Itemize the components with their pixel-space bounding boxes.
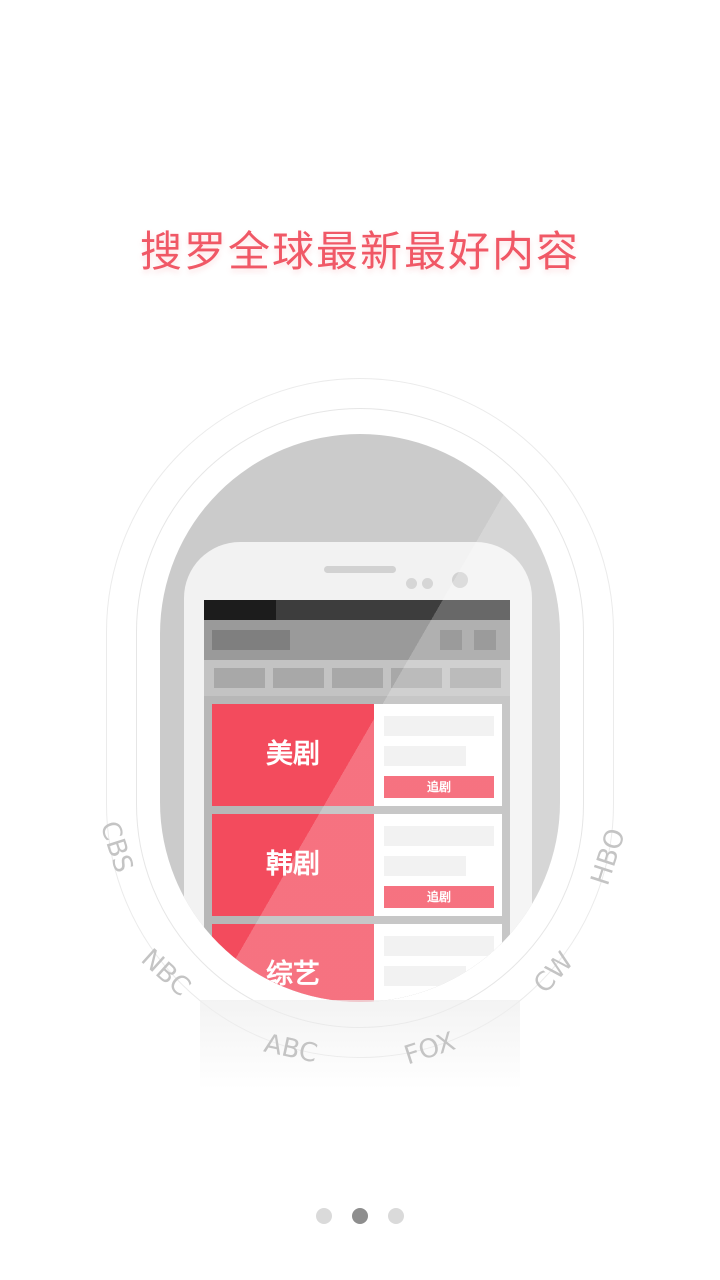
mock-card-variety: 综艺	[212, 924, 502, 1002]
mock-tab	[450, 668, 501, 688]
page-indicator	[0, 1208, 720, 1224]
phone-screen: 美剧 追剧 韩剧 追剧 综艺	[204, 600, 510, 1002]
page-dot[interactable]	[388, 1208, 404, 1224]
mock-tab	[391, 668, 442, 688]
mock-action-block	[440, 630, 462, 650]
mock-text-line	[384, 856, 466, 876]
page-dot-active[interactable]	[352, 1208, 368, 1224]
phone-sensor-dot	[422, 578, 433, 589]
phone-camera	[452, 572, 468, 588]
mock-follow-button: 追剧	[384, 886, 494, 908]
mock-card-label: 韩剧	[212, 814, 374, 916]
mock-card-kr-drama: 韩剧 追剧	[212, 814, 502, 916]
mock-card-label: 美剧	[212, 704, 374, 806]
mock-app-bar	[204, 620, 510, 660]
mock-tab	[273, 668, 324, 688]
mock-status-bar	[204, 600, 510, 620]
mock-card-us-drama: 美剧 追剧	[212, 704, 502, 806]
page-dot[interactable]	[316, 1208, 332, 1224]
phone-sensor-dot	[406, 578, 417, 589]
mock-text-line	[384, 936, 494, 956]
mock-card-label: 综艺	[212, 924, 374, 1002]
mock-text-line	[384, 966, 466, 986]
mock-text-line	[384, 746, 466, 766]
mock-follow-button: 追剧	[384, 776, 494, 798]
phone-illustration: 美剧 追剧 韩剧 追剧 综艺	[160, 434, 560, 1002]
mock-tab	[214, 668, 265, 688]
mock-text-line	[384, 716, 494, 736]
mock-tab-bar	[204, 660, 510, 696]
mock-title-block	[212, 630, 290, 650]
phone-speaker	[324, 566, 396, 573]
mock-tab	[332, 668, 383, 688]
mock-action-block	[474, 630, 496, 650]
reflection-fade	[200, 1000, 520, 1090]
headline: 搜罗全球最新最好内容	[139, 227, 580, 276]
mock-text-line	[384, 826, 494, 846]
